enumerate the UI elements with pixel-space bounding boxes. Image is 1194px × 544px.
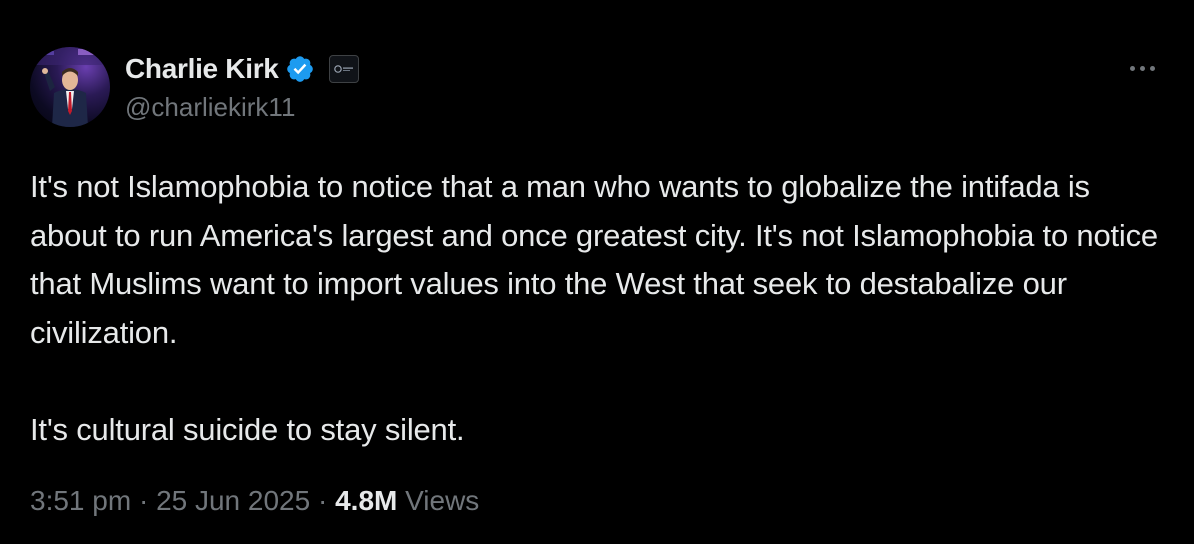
tweet-date: 25 Jun 2025: [156, 485, 311, 516]
more-dot: [1149, 65, 1155, 71]
avatar[interactable]: [30, 47, 110, 127]
avatar-photo: [30, 47, 110, 127]
meta-separator: ·: [138, 485, 149, 516]
tweet-paragraph: It's not Islamophobia to notice that a m…: [30, 169, 1158, 350]
organization-logo-icon[interactable]: [328, 55, 359, 83]
views-count: 4.8M: [335, 485, 398, 516]
tweet-meta: 3:51 pm · 25 Jun 2025 · 4.8M Views: [30, 485, 479, 517]
author-name-row: Charlie Kirk: [125, 52, 359, 86]
tweet-paragraph: It's cultural suicide to stay silent.: [30, 411, 465, 447]
tweet-card: Charlie Kirk @charliekirk11 It's not Isl…: [0, 0, 1194, 544]
views-label: Views: [405, 485, 480, 516]
meta-separator: ·: [317, 485, 328, 516]
author-display-name[interactable]: Charlie Kirk: [125, 53, 279, 85]
author-handle[interactable]: @charliekirk11: [125, 92, 295, 123]
verified-badge-icon[interactable]: [285, 54, 315, 84]
tweet-timestamp[interactable]: 3:51 pm · 25 Jun 2025: [30, 485, 310, 516]
more-dot: [1129, 65, 1135, 71]
tweet-text: It's not Islamophobia to notice that a m…: [30, 163, 1170, 454]
more-options-icon[interactable]: [1124, 58, 1160, 78]
more-dot: [1139, 65, 1145, 71]
tweet-time: 3:51 pm: [30, 485, 132, 516]
